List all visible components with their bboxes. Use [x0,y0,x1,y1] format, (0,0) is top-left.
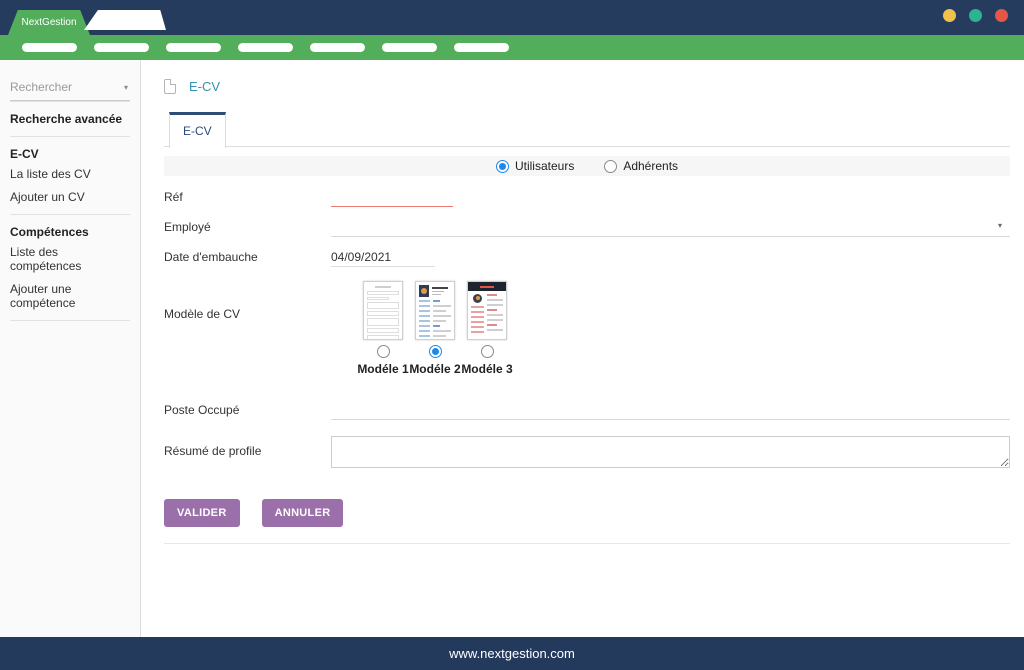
poste-label: Poste Occupé [164,400,331,417]
radio-adherents[interactable]: Adhérents [604,159,678,173]
sidebar-item-liste-competences[interactable]: Liste des compétences [10,245,130,273]
cv-template-radio-row [357,345,1010,358]
cv-template-3-thumbnail[interactable] [467,281,507,340]
resume-textarea[interactable] [331,436,1010,468]
field-row-poste: Poste Occupé [164,400,1010,420]
sidebar-item-ajouter-cv[interactable]: Ajouter un CV [10,190,130,204]
nav-menu-item-pill[interactable] [22,43,77,52]
field-row-modele-cv: Modèle de CV [164,281,1010,376]
date-embauche-label: Date d'embauche [164,247,331,264]
nav-menu-item-pill[interactable] [238,43,293,52]
nav-menu-item-pill[interactable] [454,43,509,52]
radio-label: Adhérents [623,159,678,173]
radio-modele-3[interactable] [481,345,494,358]
tab-ecv[interactable]: E-CV [169,112,226,148]
divider [10,214,130,215]
cv-template-2-caption: Modéle 2 [409,362,460,376]
cv-template-caption-row: Modéle 1 Modéle 2 Modéle 3 [357,358,1010,376]
cv-template-1-thumbnail[interactable] [363,281,403,340]
modele-cv-label: Modèle de CV [164,281,331,321]
sidebar-item-ajouter-competence[interactable]: Ajouter une compétence [10,282,130,310]
main-nav-bar [0,35,1024,60]
radio-modele-1[interactable] [377,345,390,358]
divider [10,101,130,102]
radio-utilisateurs[interactable]: Utilisateurs [496,159,574,173]
avatar [473,294,482,303]
field-row-date-embauche: Date d'embauche [164,247,1010,267]
field-row-employe: Employé ▾ [164,217,1010,237]
sidebar-section-ecv: E-CV [10,147,130,161]
radio-icon[interactable] [604,160,617,173]
divider [10,136,130,137]
brand-label: NextGestion [21,17,76,28]
footer-bar: www.nextgestion.com [0,637,1024,670]
annuler-button[interactable]: ANNULER [262,499,344,527]
inactive-browser-tab[interactable] [84,10,166,30]
field-row-resume: Résumé de profile [164,436,1010,473]
teal-dot-icon[interactable] [969,9,982,22]
sidebar: ▾ Recherche avancée E-CV La liste des CV… [0,60,141,637]
nav-menu-item-pill[interactable] [94,43,149,52]
divider [10,320,130,321]
nav-menu-item-pill[interactable] [166,43,221,52]
ref-label: Réf [164,187,331,204]
page-title: E-CV [189,79,220,94]
cv-template-thumbnails [357,281,1010,340]
nav-menu-item-pill[interactable] [382,43,437,52]
cv-template-3-caption: Modéle 3 [461,362,512,376]
yellow-dot-icon[interactable] [943,9,956,22]
resume-label: Résumé de profile [164,436,331,458]
ecv-form: Réf Employé ▾ Date d'embauche [164,187,1010,544]
chevron-down-icon[interactable]: ▾ [124,83,130,92]
tab-strip: E-CV [164,111,1010,147]
document-icon [164,79,176,94]
chevron-down-icon: ▾ [998,221,1002,230]
radio-icon[interactable] [496,160,509,173]
sidebar-item-recherche-avancee[interactable]: Recherche avancée [10,112,130,126]
nav-menu-item-pill[interactable] [310,43,365,52]
sidebar-section-competences: Compétences [10,225,130,239]
field-row-ref: Réf [164,187,1010,207]
ref-input[interactable] [331,187,453,207]
red-dot-icon[interactable] [995,9,1008,22]
audience-radio-group: Utilisateurs Adhérents [164,156,1010,176]
radio-label: Utilisateurs [515,159,574,173]
footer-url: www.nextgestion.com [449,646,575,661]
employe-select[interactable]: ▾ [331,217,1010,237]
radio-modele-2[interactable] [429,345,442,358]
sidebar-item-liste-cv[interactable]: La liste des CV [10,167,130,181]
valider-button[interactable]: VALIDER [164,499,240,527]
window-control-dots [943,9,1008,22]
main-content: E-CV E-CV Utilisateurs Adhérents Réf [141,60,1024,637]
cv-template-1-caption: Modéle 1 [357,362,408,376]
sidebar-search: ▾ [10,80,130,101]
avatar [419,285,429,297]
search-input[interactable] [10,80,124,94]
brand-tab[interactable]: NextGestion [8,10,90,35]
cv-template-2-thumbnail[interactable] [415,281,455,340]
date-embauche-input[interactable] [331,247,435,267]
divider [164,543,1010,544]
window-title-bar: NextGestion [0,0,1024,35]
poste-input[interactable] [331,400,1010,420]
employe-label: Employé [164,217,331,234]
